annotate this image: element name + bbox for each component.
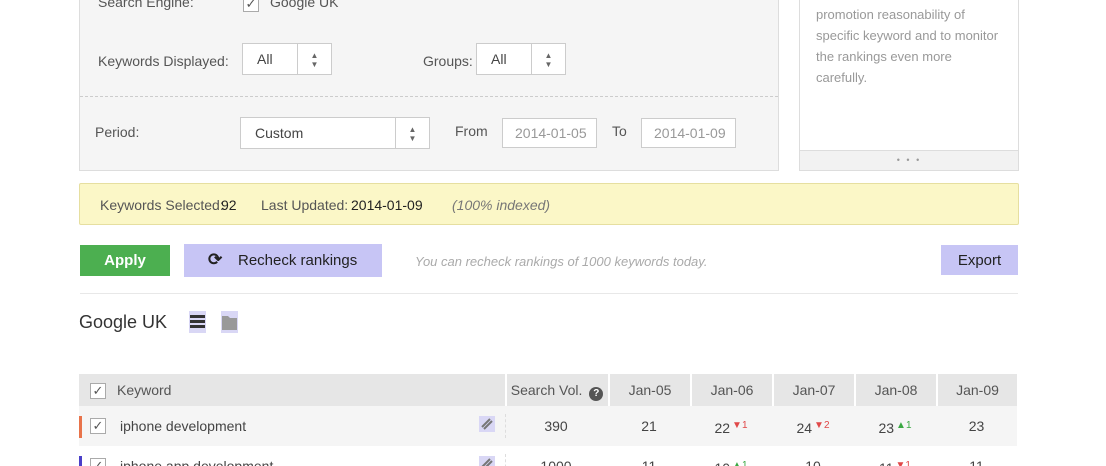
engine-title: Google UK xyxy=(79,312,168,332)
rank-value: 23 xyxy=(968,418,985,434)
date-column-header[interactable]: Jan-06 xyxy=(690,374,772,407)
keywords-selected-label: Keywords Selected: xyxy=(100,197,224,213)
export-button[interactable]: Export xyxy=(941,245,1018,275)
from-date-input[interactable]: 2014-01-05 xyxy=(502,118,597,148)
recheck-label: Recheck rankings xyxy=(238,252,358,269)
info-panel: promotion reasonability of specific keyw… xyxy=(799,0,1019,171)
recheck-hint: You can recheck rankings of 1000 keyword… xyxy=(415,254,708,269)
rank-cell: 10 xyxy=(772,446,854,466)
table-row[interactable]: ✓ iphone app development 1000 11 10▲1 10… xyxy=(79,446,1017,466)
apply-button[interactable]: Apply xyxy=(80,245,170,276)
select-arrows-icon: ▲ ▼ xyxy=(531,44,565,74)
rank-cell: 23 ▲1 xyxy=(854,406,936,446)
expand-handle[interactable]: • • • xyxy=(800,150,1018,170)
search-engine-label: Search Engine: xyxy=(98,0,194,10)
row-checkbox[interactable]: ✓ xyxy=(90,458,106,466)
last-updated-label: Last Updated: xyxy=(261,197,349,213)
link-icon[interactable] xyxy=(479,456,495,466)
last-updated-value: 2014-01-09 xyxy=(351,197,423,213)
rank-value: 22 xyxy=(714,420,731,436)
row-checkbox[interactable]: ✓ xyxy=(90,418,106,434)
rank-cell: 21 xyxy=(608,406,690,446)
divider xyxy=(80,293,1018,294)
select-arrows-icon: ▲ ▼ xyxy=(395,118,429,148)
rank-value: 10 xyxy=(714,460,730,466)
group-color-marker xyxy=(79,416,82,438)
rank-value: 11 xyxy=(641,458,657,466)
rank-cell: 10▲1 xyxy=(690,446,772,466)
rank-cell: 11 xyxy=(936,446,1017,466)
groups-select[interactable]: All ▲ ▼ xyxy=(476,43,566,75)
groups-label: Groups: xyxy=(423,53,473,69)
keywords-displayed-label: Keywords Displayed: xyxy=(98,53,229,69)
period-select[interactable]: Custom ▲ ▼ xyxy=(240,117,430,149)
rank-up-indicator: ▲1 xyxy=(896,420,912,431)
folder-view-icon[interactable] xyxy=(221,311,238,333)
search-vol-label: Search Vol. xyxy=(510,382,583,398)
select-arrows-icon: ▲ ▼ xyxy=(297,44,331,74)
rank-value: 21 xyxy=(641,418,657,434)
keywords-displayed-value: All xyxy=(257,51,273,67)
period-value: Custom xyxy=(255,125,304,141)
list-view-icon[interactable] xyxy=(189,311,206,333)
from-label: From xyxy=(455,123,488,139)
select-all-checkbox[interactable]: ✓ xyxy=(90,383,106,399)
group-color-marker xyxy=(79,456,82,466)
search-volume: 390 xyxy=(544,418,568,434)
keyword-column-header[interactable]: Keyword xyxy=(117,374,171,407)
rank-value: 10 xyxy=(805,458,821,466)
search-volume: 1000 xyxy=(540,458,572,466)
divider xyxy=(80,96,778,97)
to-label: To xyxy=(612,123,627,139)
rank-value: 11 xyxy=(879,460,894,466)
table-row[interactable]: ✓ iphone development 390 21 22 ▼1 24 ▼2 23… xyxy=(79,406,1017,446)
refresh-icon: ⟳ xyxy=(208,250,223,269)
rank-cell: 22 ▼1 xyxy=(690,406,772,446)
search-vol-column-header[interactable]: Search Vol. ? xyxy=(505,374,607,407)
table-header: ✓ Keyword Search Vol. ? Jan-05 Jan-06 Ja… xyxy=(79,374,1017,407)
search-engine-option: Google UK xyxy=(270,0,339,10)
date-column-header[interactable]: Jan-08 xyxy=(854,374,936,407)
info-text: promotion reasonability of specific keyw… xyxy=(816,7,999,85)
link-icon[interactable] xyxy=(479,416,495,432)
date-column-header[interactable]: Jan-05 xyxy=(608,374,690,407)
rank-cell: 11▼1 xyxy=(854,446,936,466)
recheck-rankings-button[interactable]: ⟳ Recheck rankings xyxy=(184,244,382,277)
to-date-input[interactable]: 2014-01-09 xyxy=(641,118,736,148)
date-column-header[interactable]: Jan-07 xyxy=(772,374,854,407)
rank-value: 23 xyxy=(878,420,895,436)
status-bar: Keywords Selected: 92 Last Updated: 2014… xyxy=(79,183,1019,225)
search-engine-checkbox[interactable]: ✓ xyxy=(243,0,259,12)
rank-cell: 24 ▼2 xyxy=(772,406,854,446)
help-icon[interactable]: ? xyxy=(589,387,604,401)
groups-value: All xyxy=(491,51,507,67)
rank-down-indicator: ▼2 xyxy=(814,420,830,431)
period-label: Period: xyxy=(95,124,140,140)
rank-value: 24 xyxy=(796,420,813,436)
rank-down-indicator: ▼1 xyxy=(895,460,911,466)
date-column-header[interactable]: Jan-09 xyxy=(936,374,1017,407)
rank-cell: 11 xyxy=(608,446,690,466)
keywords-displayed-select[interactable]: All ▲ ▼ xyxy=(242,43,332,75)
rank-up-indicator: ▲1 xyxy=(732,460,748,466)
rank-down-indicator: ▼1 xyxy=(732,420,748,431)
keyword-text: iphone development xyxy=(120,418,247,434)
rank-value: 11 xyxy=(969,458,984,466)
keyword-text: iphone app development xyxy=(120,458,274,466)
indexed-status: (100% indexed) xyxy=(452,197,551,213)
rank-cell: 23 xyxy=(936,406,1017,446)
keywords-selected-value: 92 xyxy=(221,197,237,213)
